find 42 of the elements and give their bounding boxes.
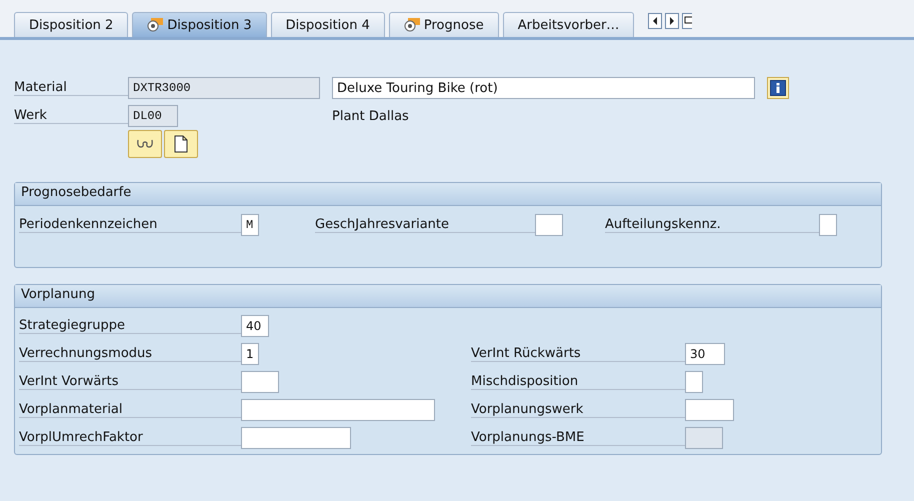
document-icon xyxy=(174,135,188,153)
field-label: VorplUmrechFaktor xyxy=(19,430,241,446)
tab[interactable]: Arbeitsvorber… xyxy=(502,12,634,37)
tab[interactable]: Prognose xyxy=(388,12,499,37)
new-document-button[interactable] xyxy=(164,130,198,158)
description-field[interactable]: Deluxe Touring Bike (rot) xyxy=(332,77,755,99)
input-field[interactable] xyxy=(241,371,279,393)
info-button[interactable] xyxy=(767,77,789,99)
tab[interactable]: Disposition 4 xyxy=(270,12,385,37)
input-field[interactable] xyxy=(241,427,351,449)
flag-icon xyxy=(404,18,421,32)
field-label: GeschJahresvariante xyxy=(315,217,535,233)
input-field[interactable] xyxy=(819,214,837,236)
field-label: Mischdisposition xyxy=(471,374,685,390)
tab-list-icon[interactable] xyxy=(682,13,692,29)
field-label: Periodenkennzeichen xyxy=(19,217,241,233)
group-title: Prognosebedarfe xyxy=(15,183,881,206)
field-label: VerInt Vorwärts xyxy=(19,374,241,390)
input-field[interactable]: 30 xyxy=(685,343,725,365)
group-title: Vorplanung xyxy=(15,285,881,308)
info-icon xyxy=(770,80,786,96)
tab[interactable]: Disposition 2 xyxy=(14,12,128,37)
input-field[interactable] xyxy=(685,399,734,421)
input-field[interactable] xyxy=(685,371,703,393)
flag-icon xyxy=(147,18,164,32)
field-label: Aufteilungskennz. xyxy=(605,217,819,233)
input-field[interactable]: M xyxy=(241,214,259,236)
field-label: Vorplanungswerk xyxy=(471,402,685,418)
field-label: Vorplanmaterial xyxy=(19,402,241,418)
scroll-right-icon[interactable] xyxy=(665,13,680,29)
input-field[interactable] xyxy=(241,399,435,421)
display-button[interactable] xyxy=(128,130,162,158)
field-label: Vorplanungs-BME xyxy=(471,430,685,446)
input-field[interactable] xyxy=(535,214,563,236)
tab[interactable]: Disposition 3 xyxy=(132,12,267,37)
plant-name: Plant Dallas xyxy=(332,108,409,124)
input-field[interactable]: 1 xyxy=(241,343,259,365)
field-label: VerInt Rückwärts xyxy=(471,346,685,362)
input-field[interactable]: 40 xyxy=(241,315,269,337)
field-label: Verrechnungsmodus xyxy=(19,346,241,362)
field-label: Strategiegruppe xyxy=(19,318,241,334)
scroll-left-icon[interactable] xyxy=(648,13,662,29)
